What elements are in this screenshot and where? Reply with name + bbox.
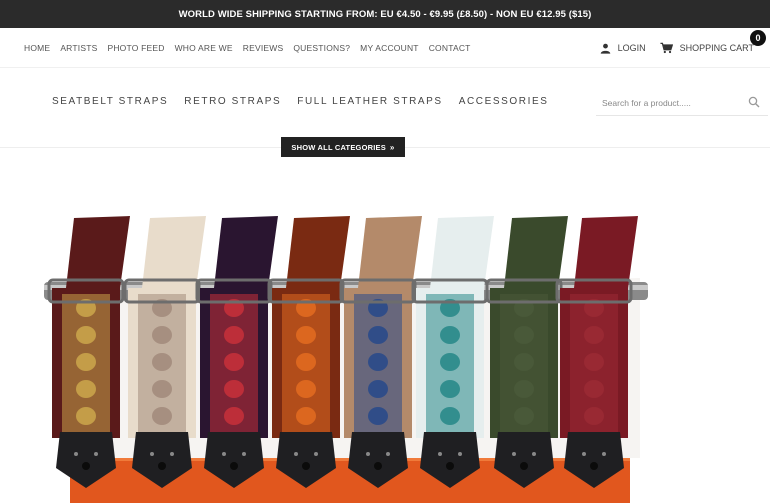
nav-link-reviews[interactable]: REVIEWS	[243, 43, 284, 53]
double-chevron-down-icon: »	[389, 142, 395, 152]
nav-link-home[interactable]: HOME	[24, 43, 50, 53]
shipping-announcement-bar: WORLD WIDE SHIPPING STARTING FROM: EU €4…	[0, 0, 770, 28]
main-nav: HOME ARTISTS PHOTO FEED WHO ARE WE REVIE…	[24, 28, 481, 68]
user-actions: LOGIN SHOPPING CART 0	[586, 28, 766, 68]
category-nav: SEATBELT STRAPS RETRO STRAPS FULL LEATHE…	[52, 96, 565, 107]
nav-link-questions[interactable]: QUESTIONS?	[293, 43, 350, 53]
login-link[interactable]: LOGIN	[600, 43, 646, 54]
search-icon[interactable]	[748, 96, 760, 108]
nav-link-who-are-we[interactable]: WHO ARE WE	[175, 43, 233, 53]
shipping-announcement-text: WORLD WIDE SHIPPING STARTING FROM: EU €4…	[178, 8, 592, 20]
nav-link-my-account[interactable]: MY ACCOUNT	[360, 43, 419, 53]
main-nav-row: HOME ARTISTS PHOTO FEED WHO ARE WE REVIE…	[0, 28, 770, 68]
nav-link-artists[interactable]: ARTISTS	[60, 43, 97, 53]
show-all-categories-label: SHOW ALL CATEGORIES	[291, 142, 386, 152]
search-input[interactable]	[596, 97, 736, 108]
category-link-seatbelt-straps[interactable]: SEATBELT STRAPS	[52, 96, 168, 107]
login-label: LOGIN	[617, 43, 646, 53]
nav-link-photo-feed[interactable]: PHOTO FEED	[107, 43, 164, 53]
category-link-accessories[interactable]: ACCESSORIES	[459, 96, 549, 107]
category-link-full-leather-straps[interactable]: FULL LEATHER STRAPS	[297, 96, 442, 107]
cart-count-badge: 0	[750, 30, 766, 46]
cart-icon	[660, 42, 673, 54]
hero-banner	[0, 148, 770, 503]
shopping-cart-link[interactable]: SHOPPING CART 0	[660, 30, 766, 54]
show-all-categories-button[interactable]: SHOW ALL CATEGORIES »	[281, 137, 405, 157]
product-search	[596, 90, 768, 116]
category-row: SEATBELT STRAPS RETRO STRAPS FULL LEATHE…	[0, 68, 770, 148]
cart-label: SHOPPING CART	[679, 43, 754, 53]
person-icon	[600, 43, 610, 54]
guitar-straps-display	[44, 216, 648, 503]
nav-link-contact[interactable]: CONTACT	[429, 43, 471, 53]
category-link-retro-straps[interactable]: RETRO STRAPS	[184, 96, 281, 107]
